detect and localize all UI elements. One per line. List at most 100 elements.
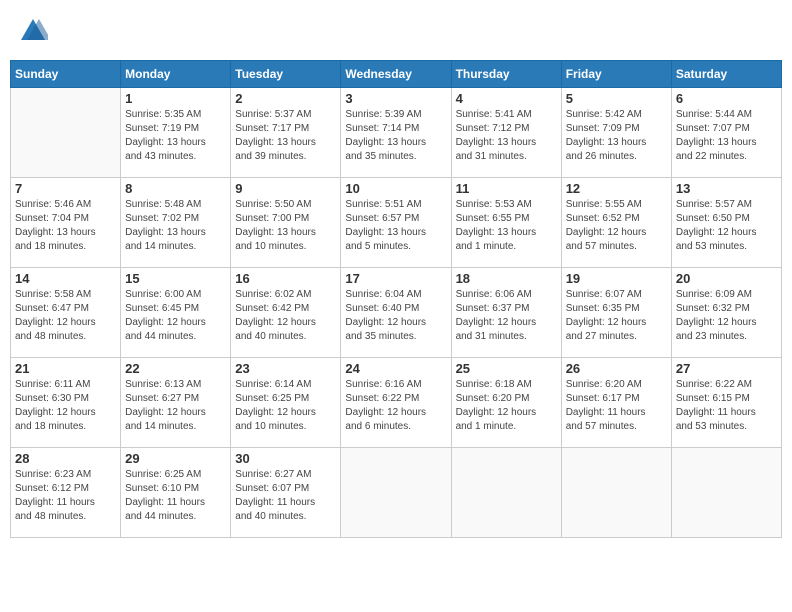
calendar-week-row: 21 Sunrise: 6:11 AMSunset: 6:30 PMDayligh… [11, 358, 782, 448]
day-number: 28 [15, 451, 116, 466]
day-info: Sunrise: 5:37 AMSunset: 7:17 PMDaylight:… [235, 108, 336, 164]
day-info: Sunrise: 5:48 AMSunset: 7:02 PMDaylight:… [125, 198, 226, 254]
day-number: 4 [456, 91, 557, 106]
day-info: Sunrise: 6:18 AMSunset: 6:20 PMDaylight:… [456, 378, 557, 434]
day-info: Sunrise: 6:07 AMSunset: 6:35 PMDaylight:… [566, 288, 667, 344]
calendar-cell: 13 Sunrise: 5:57 AMSunset: 6:50 PMDayligh… [671, 178, 781, 268]
day-info: Sunrise: 6:06 AMSunset: 6:37 PMDaylight:… [456, 288, 557, 344]
calendar-cell: 9Sunrise: 5:50 AMSunset: 7:00 PMDaylight… [231, 178, 341, 268]
day-info: Sunrise: 5:44 AMSunset: 7:07 PMDaylight:… [676, 108, 777, 164]
day-of-week-header: Tuesday [231, 61, 341, 88]
day-of-week-header: Sunday [11, 61, 121, 88]
day-number: 26 [566, 361, 667, 376]
calendar-cell: 5 Sunrise: 5:42 AMSunset: 7:09 PMDaylight… [561, 88, 671, 178]
calendar-cell: 27 Sunrise: 6:22 AMSunset: 6:15 PMDayligh… [671, 358, 781, 448]
day-number: 10 [345, 181, 446, 196]
day-info: Sunrise: 6:09 AMSunset: 6:32 PMDaylight:… [676, 288, 777, 344]
calendar-cell: 17 Sunrise: 6:04 AMSunset: 6:40 PMDayligh… [341, 268, 451, 358]
day-number: 12 [566, 181, 667, 196]
day-info: Sunrise: 5:58 AMSunset: 6:47 PMDaylight:… [15, 288, 116, 344]
day-info: Sunrise: 6:23 AMSunset: 6:12 PMDaylight:… [15, 468, 116, 524]
day-info: Sunrise: 6:22 AMSunset: 6:15 PMDaylight:… [676, 378, 777, 434]
day-info: Sunrise: 5:57 AMSunset: 6:50 PMDaylight:… [676, 198, 777, 254]
calendar-cell: 6 Sunrise: 5:44 AMSunset: 7:07 PMDaylight… [671, 88, 781, 178]
calendar-cell: 22 Sunrise: 6:13 AMSunset: 6:27 PMDayligh… [121, 358, 231, 448]
day-of-week-header: Friday [561, 61, 671, 88]
day-info: Sunrise: 5:50 AMSunset: 7:00 PMDaylight:… [235, 198, 336, 254]
day-info: Sunrise: 6:02 AMSunset: 6:42 PMDaylight:… [235, 288, 336, 344]
calendar-cell: 10 Sunrise: 5:51 AMSunset: 6:57 PMDayligh… [341, 178, 451, 268]
day-number: 21 [15, 361, 116, 376]
calendar-cell: 4 Sunrise: 5:41 AMSunset: 7:12 PMDaylight… [451, 88, 561, 178]
calendar-table: SundayMondayTuesdayWednesdayThursdayFrid… [10, 60, 782, 538]
day-number: 24 [345, 361, 446, 376]
calendar-week-row: 7Sunrise: 5:46 AMSunset: 7:04 PMDaylight… [11, 178, 782, 268]
day-number: 23 [235, 361, 336, 376]
calendar-cell: 18 Sunrise: 6:06 AMSunset: 6:37 PMDayligh… [451, 268, 561, 358]
day-info: Sunrise: 6:11 AMSunset: 6:30 PMDaylight:… [15, 378, 116, 434]
calendar-cell: 3Sunrise: 5:39 AMSunset: 7:14 PMDaylight… [341, 88, 451, 178]
logo [18, 16, 52, 46]
day-info: Sunrise: 5:55 AMSunset: 6:52 PMDaylight:… [566, 198, 667, 254]
day-number: 15 [125, 271, 226, 286]
day-number: 13 [676, 181, 777, 196]
day-number: 20 [676, 271, 777, 286]
day-info: Sunrise: 6:14 AMSunset: 6:25 PMDaylight:… [235, 378, 336, 434]
day-number: 18 [456, 271, 557, 286]
day-number: 29 [125, 451, 226, 466]
day-info: Sunrise: 5:51 AMSunset: 6:57 PMDaylight:… [345, 198, 446, 254]
day-info: Sunrise: 6:27 AMSunset: 6:07 PMDaylight:… [235, 468, 336, 524]
day-number: 2 [235, 91, 336, 106]
page-header [10, 10, 782, 52]
day-number: 8 [125, 181, 226, 196]
day-number: 25 [456, 361, 557, 376]
day-info: Sunrise: 5:53 AMSunset: 6:55 PMDaylight:… [456, 198, 557, 254]
calendar-cell: 2 Sunrise: 5:37 AMSunset: 7:17 PMDaylight… [231, 88, 341, 178]
calendar-cell: 1Sunrise: 5:35 AMSunset: 7:19 PMDaylight… [121, 88, 231, 178]
calendar-week-row: 14 Sunrise: 5:58 AMSunset: 6:47 PMDayligh… [11, 268, 782, 358]
calendar-cell: 21 Sunrise: 6:11 AMSunset: 6:30 PMDayligh… [11, 358, 121, 448]
calendar-cell: 24 Sunrise: 6:16 AMSunset: 6:22 PMDayligh… [341, 358, 451, 448]
calendar-cell [11, 88, 121, 178]
day-info: Sunrise: 5:41 AMSunset: 7:12 PMDaylight:… [456, 108, 557, 164]
calendar-cell [671, 448, 781, 538]
day-number: 11 [456, 181, 557, 196]
day-info: Sunrise: 6:25 AMSunset: 6:10 PMDaylight:… [125, 468, 226, 524]
calendar-cell: 8 Sunrise: 5:48 AMSunset: 7:02 PMDaylight… [121, 178, 231, 268]
calendar-cell [341, 448, 451, 538]
day-number: 17 [345, 271, 446, 286]
calendar-cell: 12 Sunrise: 5:55 AMSunset: 6:52 PMDayligh… [561, 178, 671, 268]
day-number: 7 [15, 181, 116, 196]
calendar-cell: 26 Sunrise: 6:20 AMSunset: 6:17 PMDayligh… [561, 358, 671, 448]
day-number: 5 [566, 91, 667, 106]
day-info: Sunrise: 5:39 AMSunset: 7:14 PMDaylight:… [345, 108, 446, 164]
calendar-week-row: 1Sunrise: 5:35 AMSunset: 7:19 PMDaylight… [11, 88, 782, 178]
day-of-week-header: Wednesday [341, 61, 451, 88]
day-number: 14 [15, 271, 116, 286]
calendar-cell: 28 Sunrise: 6:23 AMSunset: 6:12 PMDayligh… [11, 448, 121, 538]
calendar-cell: 11 Sunrise: 5:53 AMSunset: 6:55 PMDayligh… [451, 178, 561, 268]
day-number: 27 [676, 361, 777, 376]
calendar-header-row: SundayMondayTuesdayWednesdayThursdayFrid… [11, 61, 782, 88]
calendar-cell: 16Sunrise: 6:02 AMSunset: 6:42 PMDayligh… [231, 268, 341, 358]
day-info: Sunrise: 6:13 AMSunset: 6:27 PMDaylight:… [125, 378, 226, 434]
calendar-cell [451, 448, 561, 538]
calendar-cell: 15 Sunrise: 6:00 AMSunset: 6:45 PMDayligh… [121, 268, 231, 358]
day-number: 22 [125, 361, 226, 376]
day-number: 6 [676, 91, 777, 106]
calendar-cell [561, 448, 671, 538]
calendar-cell: 29 Sunrise: 6:25 AMSunset: 6:10 PMDayligh… [121, 448, 231, 538]
calendar-week-row: 28 Sunrise: 6:23 AMSunset: 6:12 PMDayligh… [11, 448, 782, 538]
calendar-cell: 23 Sunrise: 6:14 AMSunset: 6:25 PMDayligh… [231, 358, 341, 448]
day-of-week-header: Saturday [671, 61, 781, 88]
day-info: Sunrise: 6:04 AMSunset: 6:40 PMDaylight:… [345, 288, 446, 344]
calendar-cell: 19 Sunrise: 6:07 AMSunset: 6:35 PMDayligh… [561, 268, 671, 358]
day-of-week-header: Thursday [451, 61, 561, 88]
day-info: Sunrise: 6:00 AMSunset: 6:45 PMDaylight:… [125, 288, 226, 344]
day-info: Sunrise: 6:16 AMSunset: 6:22 PMDaylight:… [345, 378, 446, 434]
day-info: Sunrise: 6:20 AMSunset: 6:17 PMDaylight:… [566, 378, 667, 434]
day-number: 19 [566, 271, 667, 286]
day-info: Sunrise: 5:42 AMSunset: 7:09 PMDaylight:… [566, 108, 667, 164]
day-of-week-header: Monday [121, 61, 231, 88]
calendar-cell: 30Sunrise: 6:27 AMSunset: 6:07 PMDayligh… [231, 448, 341, 538]
